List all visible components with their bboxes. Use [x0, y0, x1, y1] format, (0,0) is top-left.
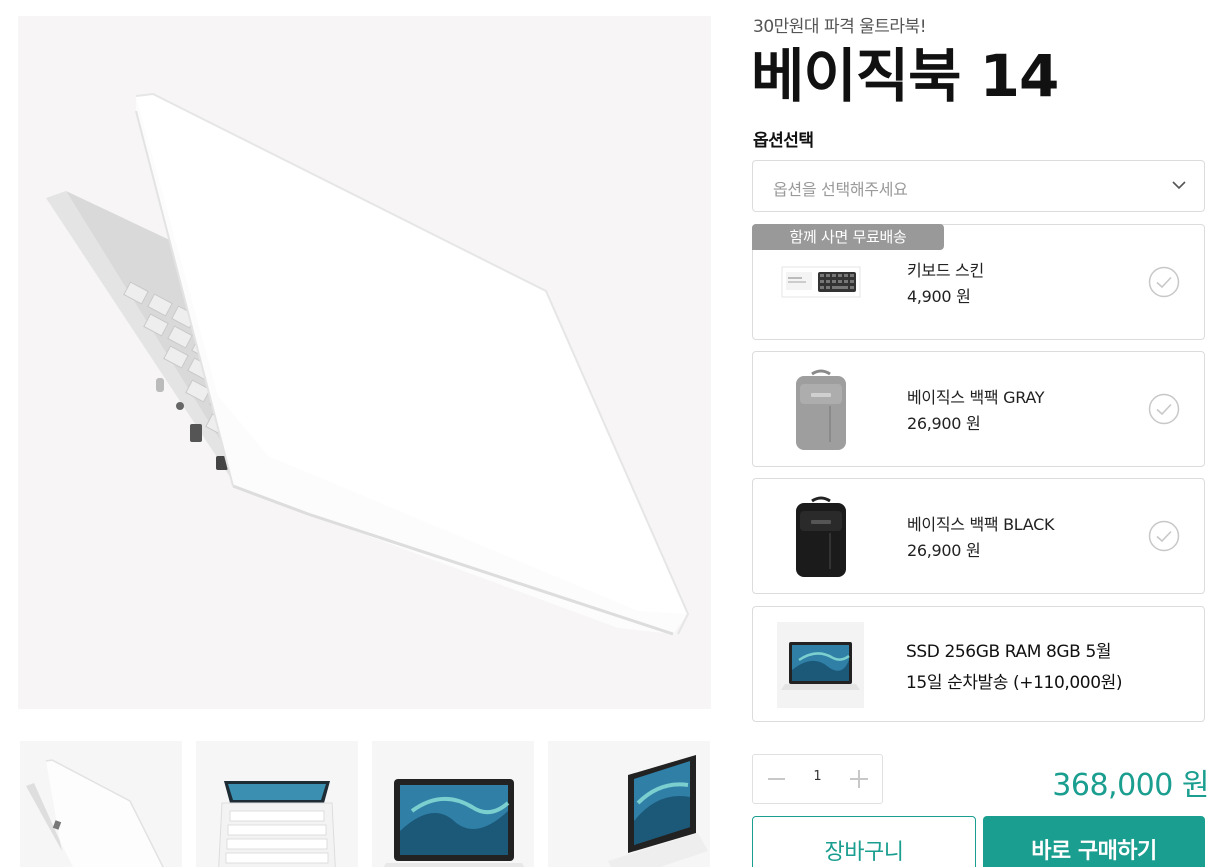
- product-subtitle: 30만원대 파격 울트라북!: [753, 17, 927, 37]
- addon-backpack-black[interactable]: 베이직스 백팩 BLACK 26,900 원: [752, 478, 1205, 594]
- addon-name: 키보드 스킨: [907, 261, 984, 280]
- laptop-image: [18, 16, 711, 709]
- selected-option-detail: 15일 순차발송 (+110,000원): [906, 673, 1123, 693]
- option-select-label: 옵션선택: [753, 131, 814, 151]
- backpack-gray-image: [778, 366, 864, 452]
- minus-icon: [768, 778, 785, 780]
- addon-backpack-gray[interactable]: 베이직스 백팩 GRAY 26,900 원: [752, 351, 1205, 467]
- buy-now-button[interactable]: 바로 구매하기: [983, 816, 1205, 867]
- free-shipping-badge: 함께 사면 무료배송: [752, 224, 944, 250]
- selected-option-name: SSD 256GB RAM 8GB 5월: [906, 642, 1112, 662]
- laptop-side-thumbnail: [20, 741, 182, 867]
- add-to-cart-button[interactable]: 장바구니: [752, 816, 976, 867]
- thumbnail-2[interactable]: [196, 741, 358, 867]
- check-circle-icon[interactable]: [1148, 266, 1180, 298]
- main-product-image: [18, 16, 711, 709]
- thumbnail-3[interactable]: [372, 741, 534, 867]
- quantity-increase-button[interactable]: [837, 755, 882, 803]
- addon-name: 베이직스 백팩 BLACK: [907, 515, 1055, 534]
- quantity-value[interactable]: 1: [798, 769, 837, 784]
- keyboard-skin-image: [778, 239, 864, 325]
- selected-option-image: [777, 622, 864, 708]
- quantity-decrease-button[interactable]: [753, 755, 798, 803]
- addon-price: 26,900 원: [907, 414, 981, 433]
- laptop-front-thumbnail: [372, 741, 534, 867]
- quantity-stepper: 1: [752, 754, 883, 804]
- laptop-top-thumbnail: [196, 741, 358, 867]
- selected-option-card: SSD 256GB RAM 8GB 5월 15일 순차발송 (+110,000원…: [752, 606, 1205, 722]
- laptop-angle-thumbnail: [548, 741, 710, 867]
- chevron-down-icon: [1172, 181, 1186, 190]
- option-select[interactable]: 옵션을 선택해주세요: [752, 160, 1205, 212]
- check-circle-icon[interactable]: [1148, 393, 1180, 425]
- addon-price: 26,900 원: [907, 541, 981, 560]
- addon-price: 4,900 원: [907, 287, 971, 306]
- option-select-placeholder: 옵션을 선택해주세요: [773, 180, 908, 199]
- product-title: 베이직북 14: [751, 42, 1059, 110]
- check-circle-icon[interactable]: [1148, 520, 1180, 552]
- total-price: 368,000 원: [1052, 768, 1209, 803]
- thumbnail-4[interactable]: [548, 741, 710, 867]
- thumbnail-1[interactable]: [20, 741, 182, 867]
- addon-name: 베이직스 백팩 GRAY: [907, 388, 1045, 407]
- backpack-black-image: [778, 493, 864, 579]
